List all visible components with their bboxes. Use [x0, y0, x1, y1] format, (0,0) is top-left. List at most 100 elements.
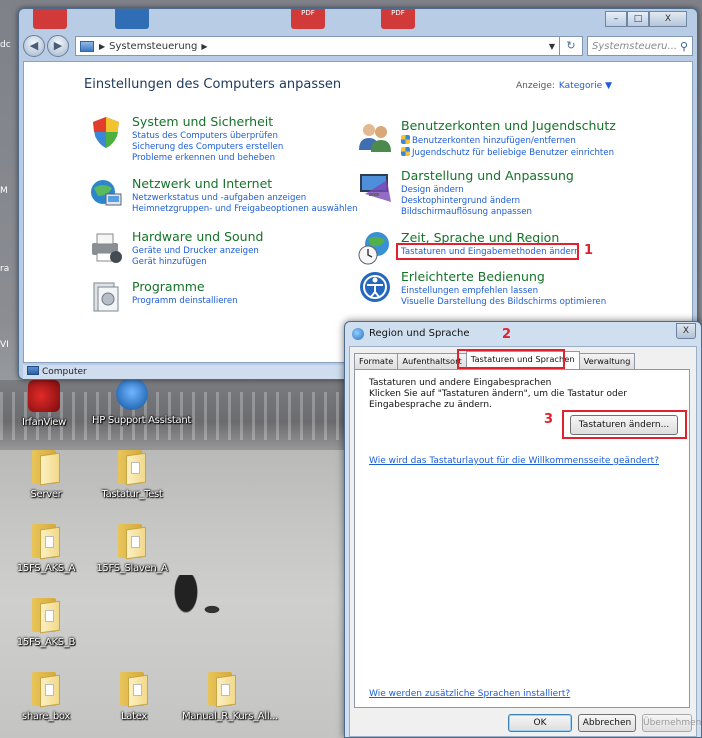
category-link[interactable]: Jugendschutz für beliebige Benutzer einr…: [401, 147, 614, 159]
folder-icon: [208, 670, 236, 708]
desktop-icon-folder[interactable]: 15FS_AKS_A: [6, 522, 86, 574]
category-link[interactable]: Heimnetzgruppen- und Freigabeoptionen au…: [132, 204, 358, 215]
desktop-icon-folder[interactable]: Tastatur_Test: [92, 448, 172, 500]
category-link[interactable]: Einstellungen empfehlen lassen: [401, 286, 606, 297]
wallpaper-person: [172, 575, 200, 617]
taskbar-thumbnail: [115, 9, 149, 29]
globe-icon: [352, 328, 364, 340]
dialog-titlebar[interactable]: Region und Sprache X: [345, 322, 701, 346]
category-link[interactable]: Netzwerkstatus und -aufgaben anzeigen: [132, 193, 358, 204]
desktop-icon-folder[interactable]: Server: [6, 448, 86, 500]
search-icon[interactable]: ⚲: [680, 40, 688, 53]
category-title[interactable]: System und Sicherheit: [132, 114, 273, 129]
desktop-icon-folder[interactable]: 15FS_Slaven_A: [92, 522, 172, 574]
dialog-buttons: OK Abbrechen Übernehmen: [502, 714, 701, 732]
programs-icon: [93, 282, 119, 312]
desktop-icon-label: IrfanView: [21, 417, 67, 428]
chevron-down-icon[interactable]: ▼: [549, 42, 555, 51]
desktop-icon-label: HP Support Assistant: [92, 415, 191, 426]
category-link[interactable]: Probleme erkennen und beheben: [132, 153, 283, 164]
welcome-screen-layout-link[interactable]: Wie wird das Tastaturlayout für die Will…: [369, 456, 659, 466]
network-icon: [91, 180, 122, 206]
close-button[interactable]: X: [649, 11, 687, 27]
category-link[interactable]: Bildschirmauflösung anpassen: [401, 207, 532, 218]
desktop-icon-label: 15FS_AKS_B: [16, 637, 76, 648]
tab-formate[interactable]: Formate: [354, 353, 399, 369]
view-by: Anzeige: Kategorie ▼: [516, 81, 612, 91]
maximize-button[interactable]: □: [627, 11, 649, 27]
desktop-icon-folder[interactable]: Latex: [94, 670, 174, 722]
desktop-icon-label: share_box: [21, 711, 71, 722]
category-link[interactable]: Design ändern: [401, 185, 532, 196]
globe-clock-icon: [358, 232, 389, 265]
uac-shield-icon: [401, 135, 410, 144]
folder-icon: [32, 448, 60, 486]
page-title: Einstellungen des Computers anpassen: [84, 77, 342, 92]
category-link[interactable]: Geräte und Drucker anzeigen: [132, 246, 259, 257]
folder-icon: [118, 448, 146, 486]
tab-verwaltung[interactable]: Verwaltung: [578, 353, 636, 369]
breadcrumb[interactable]: Systemsteuerung: [109, 41, 197, 52]
category-link[interactable]: Status des Computers überprüfen: [132, 131, 283, 142]
search-placeholder: Systemsteueru...: [592, 40, 678, 52]
window-titlebar[interactable]: PDF PDF – □ X: [19, 9, 697, 31]
printer-icon: [92, 233, 122, 263]
uac-shield-icon: [401, 147, 410, 156]
edge-label: dc: [0, 40, 11, 50]
desktop-icon-label: Manual_R_Kurs_All...: [182, 711, 278, 722]
folder-icon: [120, 670, 148, 708]
forward-button[interactable]: ▶: [47, 35, 69, 57]
minimize-button[interactable]: –: [605, 11, 627, 27]
refresh-button[interactable]: ↻: [559, 36, 583, 56]
desktop-icon-folder[interactable]: 15FS_AKS_B: [6, 596, 86, 648]
folder-icon: [32, 670, 60, 708]
annotation-step3: 3: [544, 412, 554, 427]
desktop-icon-folder[interactable]: Manual_R_Kurs_All...: [182, 670, 278, 722]
category-title[interactable]: Netzwerk und Internet: [132, 176, 272, 191]
category-link[interactable]: Benutzerkonten hinzufügen/entfernen: [401, 135, 614, 147]
desktop-icon-irfanview[interactable]: IrfanView: [4, 380, 84, 428]
category-link[interactable]: Sicherung des Computers erstellen: [132, 142, 283, 153]
apply-button[interactable]: Übernehmen: [642, 714, 701, 732]
breadcrumb-separator: ▶: [99, 41, 106, 51]
computer-icon: [27, 366, 39, 375]
desktop-icon-hp-support[interactable]: HP Support Assistant: [92, 378, 191, 426]
back-button[interactable]: ◀: [23, 35, 45, 57]
category-title[interactable]: Erleichterte Bedienung: [401, 269, 545, 284]
address-bar: ◀ ▶ ▶ Systemsteuerung ▶ ▼ ↻ Systemsteuer…: [23, 33, 693, 59]
ok-button[interactable]: OK: [508, 714, 572, 732]
desktop-icon-folder[interactable]: share_box: [6, 670, 86, 722]
category-link[interactable]: Desktophintergrund ändern: [401, 196, 532, 207]
shield-icon: [93, 117, 119, 148]
category-link[interactable]: Programm deinstallieren: [132, 296, 238, 307]
category-title[interactable]: Hardware und Sound: [132, 229, 263, 244]
edge-label: VI: [0, 340, 9, 350]
search-input[interactable]: Systemsteueru... ⚲: [587, 36, 693, 56]
annotation-step2: 2: [502, 327, 512, 342]
category-title[interactable]: Benutzerkonten und Jugendschutz: [401, 118, 616, 133]
taskbar-thumbnail: [33, 9, 67, 29]
pdf-thumbnail: PDF: [291, 9, 325, 29]
breadcrumb-separator: ▶: [201, 41, 208, 51]
view-by-dropdown[interactable]: Kategorie ▼: [559, 81, 612, 91]
install-languages-link[interactable]: Wie werden zusätzliche Sprachen installi…: [369, 689, 570, 699]
category-link[interactable]: Gerät hinzufügen: [132, 257, 259, 268]
category-link[interactable]: Visuelle Darstellung des Bildschirms opt…: [401, 297, 606, 308]
address-field[interactable]: ▶ Systemsteuerung ▶ ▼: [75, 36, 560, 56]
category-title[interactable]: Darstellung und Anpassung: [401, 168, 574, 183]
tab-panel: Tastaturen und andere Eingabesprachen Kl…: [354, 369, 690, 708]
accessibility-icon: [360, 272, 390, 302]
edge-label: M: [0, 186, 8, 196]
group-description: Klicken Sie auf "Tastaturen ändern", um …: [369, 389, 627, 410]
desktop-icon-label: Tastatur_Test: [101, 489, 163, 500]
cancel-button[interactable]: Abbrechen: [578, 714, 636, 732]
annotation-box-step2: [457, 349, 565, 369]
desktop-icon-label: Server: [30, 489, 62, 500]
dialog-body: Formate Aufenthaltsort Tastaturen und Sp…: [349, 346, 701, 737]
irfanview-icon: [28, 380, 60, 412]
category-title[interactable]: Programme: [132, 279, 205, 294]
control-panel-content: Einstellungen des Computers anpassen Anz…: [23, 61, 693, 363]
close-button[interactable]: X: [676, 323, 696, 339]
pdf-thumbnail: PDF: [381, 9, 415, 29]
view-by-label: Anzeige:: [516, 81, 555, 91]
